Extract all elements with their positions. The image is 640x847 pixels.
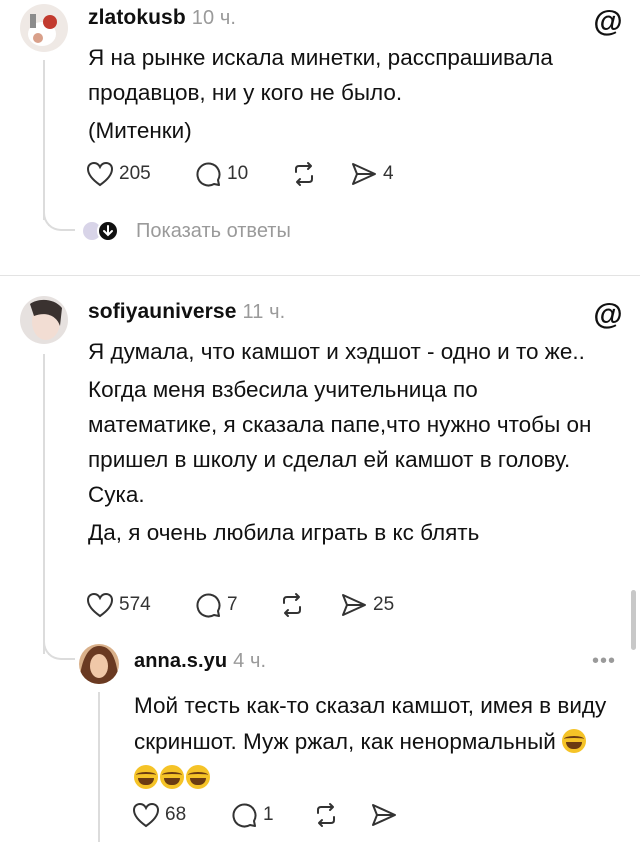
heart-icon <box>132 802 160 828</box>
comment-button[interactable]: 1 <box>230 801 312 829</box>
reply-time: 4 ч. <box>233 650 267 672</box>
post-actions: 574 7 25 <box>86 590 394 620</box>
avatar[interactable] <box>20 4 68 52</box>
share-count: 4 <box>383 163 394 184</box>
thread-line <box>98 692 100 842</box>
share-count: 25 <box>373 594 395 615</box>
post-paragraph: Я думала, что камшот и хэдшот - одно и т… <box>88 339 585 364</box>
comment-count: 7 <box>227 594 238 615</box>
reply-actions: 68 1 <box>132 800 398 830</box>
svg-text:@: @ <box>594 299 622 329</box>
more-options-icon[interactable]: ••• <box>592 650 616 673</box>
comment-button[interactable]: 7 <box>194 591 278 619</box>
show-replies-label: Показать ответы <box>136 219 291 242</box>
comment-count: 1 <box>263 804 274 825</box>
threads-logo-icon[interactable]: @ <box>593 5 622 41</box>
post-paragraph: Я на рынке искала минетки, расспрашивала… <box>88 45 553 105</box>
send-icon <box>372 804 396 826</box>
like-count: 205 <box>119 163 151 184</box>
comment-icon <box>196 593 221 618</box>
post-paragraph: Да, я очень любила играть в кс блять <box>88 520 480 545</box>
scrollbar[interactable] <box>631 590 636 650</box>
post-divider <box>0 275 640 276</box>
heart-icon <box>86 592 114 618</box>
comment-icon <box>232 803 257 828</box>
post-username[interactable]: zlatokusb 10 ч. <box>88 6 236 30</box>
thread-post-2: sofiyauniverse 11 ч. @ Я думала, что камш… <box>0 280 640 847</box>
face-with-tears-of-joy-icon <box>186 765 210 789</box>
face-with-tears-of-joy-icon <box>562 729 587 753</box>
repost-button[interactable] <box>278 592 340 618</box>
like-button[interactable]: 574 <box>86 592 194 618</box>
avatar[interactable] <box>20 296 68 344</box>
like-count: 574 <box>119 594 151 615</box>
send-icon <box>342 594 366 616</box>
reply-avatars-icon <box>81 220 119 242</box>
post-time: 11 ч. <box>242 301 286 323</box>
like-button[interactable]: 68 <box>132 802 230 828</box>
face-with-tears-of-joy-icon <box>160 765 184 789</box>
reply-post: anna.s.yu 4 ч. ••• Мой тесть как-то сказа… <box>0 640 640 847</box>
post-username[interactable]: sofiyauniverse 11 ч. <box>88 300 285 324</box>
comment-count: 10 <box>227 163 249 184</box>
post-text: Я думала, что камшот и хэдшот - одно и т… <box>88 334 608 553</box>
repost-icon <box>295 162 313 186</box>
thread-line-curve <box>43 195 75 231</box>
share-button[interactable]: 4 <box>350 161 394 187</box>
send-icon <box>352 163 376 185</box>
threads-logo-icon[interactable]: @ <box>593 298 622 334</box>
post-paragraph: Когда меня взбесила учительница по матем… <box>88 377 592 507</box>
reply-text: Мой тесть как-то сказал камшот, имея в в… <box>134 688 614 796</box>
face-with-tears-of-joy-icon <box>134 765 158 789</box>
repost-icon <box>317 803 335 827</box>
repost-button[interactable] <box>312 802 370 828</box>
avatar[interactable] <box>79 644 119 684</box>
share-button[interactable] <box>370 802 398 828</box>
like-count: 68 <box>165 804 187 825</box>
like-button[interactable]: 205 <box>86 161 194 187</box>
heart-icon <box>86 161 114 187</box>
comment-icon <box>196 162 221 187</box>
post-time: 10 ч. <box>191 7 237 29</box>
comment-button[interactable]: 10 <box>194 160 290 188</box>
reply-username[interactable]: anna.s.yu 4 ч. <box>134 650 266 673</box>
post-text: Я на рынке искала минетки, расспрашивала… <box>88 40 608 151</box>
show-replies-link[interactable]: Показать ответы <box>80 219 291 243</box>
share-button[interactable]: 25 <box>340 592 394 618</box>
thread-line <box>43 354 45 654</box>
post-actions: 205 10 4 <box>86 159 394 189</box>
post-paragraph: (Митенки) <box>88 118 192 143</box>
repost-icon <box>283 593 301 617</box>
repost-button[interactable] <box>290 161 350 187</box>
thread-post-1: zlatokusb 10 ч. @ Я на рынке искала минет… <box>0 0 640 270</box>
svg-text:@: @ <box>594 6 622 36</box>
